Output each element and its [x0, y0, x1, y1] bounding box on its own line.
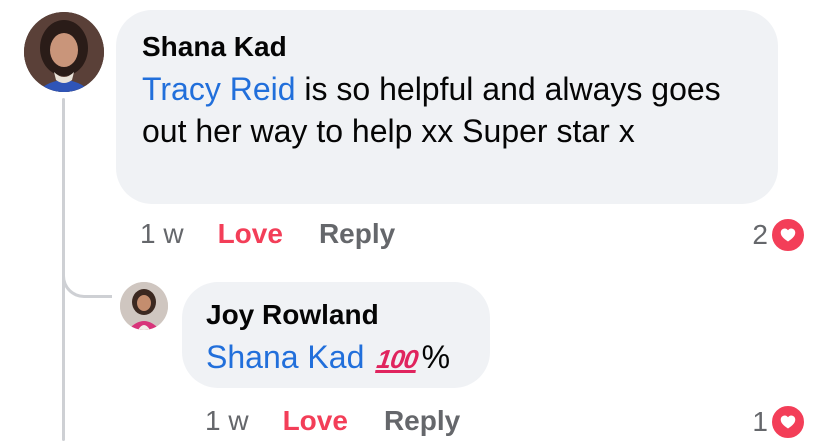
- reply-bubble: Joy Rowland Shana Kad 100%: [182, 282, 490, 388]
- heart-icon: [770, 404, 806, 440]
- reply-button[interactable]: Reply: [319, 217, 395, 251]
- comment-timestamp[interactable]: 1 w: [140, 217, 184, 251]
- reaction-count: 2: [752, 219, 768, 250]
- reply-suffix: %: [421, 339, 451, 375]
- comment-actions: 1 w Love Reply: [140, 217, 395, 251]
- reply-mention-link[interactable]: Shana Kad: [206, 339, 364, 375]
- reply-avatar[interactable]: [120, 282, 168, 330]
- avatar-photo: [24, 12, 104, 92]
- comment-author[interactable]: Shana Kad: [142, 30, 750, 64]
- reply-text: Shana Kad 100%: [206, 336, 466, 380]
- reply-reply-button[interactable]: Reply: [384, 404, 460, 438]
- comment-text: Tracy Reid is so helpful and always goes…: [142, 68, 750, 152]
- thread-connector-curve: [62, 250, 112, 298]
- reply-love-button[interactable]: Love: [283, 404, 348, 438]
- reply-avatar-photo: [120, 282, 168, 330]
- reply-timestamp[interactable]: 1 w: [205, 404, 249, 438]
- heart-icon: [770, 217, 806, 253]
- mention-link[interactable]: Tracy Reid: [142, 71, 296, 107]
- reply-reaction-summary[interactable]: 1: [752, 404, 806, 440]
- comment-bubble: Shana Kad Tracy Reid is so helpful and a…: [116, 10, 778, 204]
- avatar[interactable]: [24, 12, 104, 92]
- reaction-summary[interactable]: 2: [752, 217, 806, 253]
- hundred-points-emoji: 100: [375, 344, 420, 374]
- reply-reaction-count: 1: [752, 406, 768, 437]
- reply-actions: 1 w Love Reply: [205, 404, 460, 438]
- love-button[interactable]: Love: [218, 217, 283, 251]
- reply-author[interactable]: Joy Rowland: [206, 298, 466, 332]
